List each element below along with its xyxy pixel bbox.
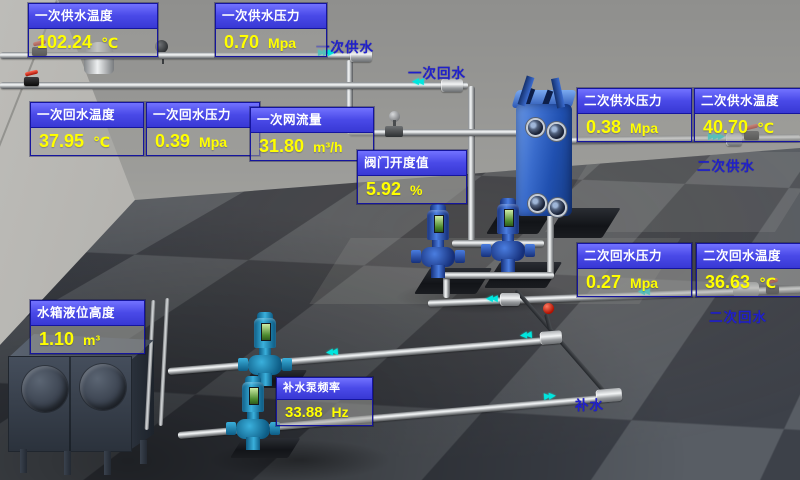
control-valve[interactable]	[385, 126, 403, 137]
gauge-title: 一次供水温度	[29, 4, 157, 29]
flow-arrow-left-icon: ◀◀	[520, 329, 531, 341]
gauge-secondary-supply-pressure: 二次供水压力 0.38Mpa	[577, 88, 692, 142]
gauge-title: 二次回水压力	[578, 244, 691, 269]
tank-panel-seam	[69, 357, 71, 451]
hx-port	[550, 200, 565, 215]
pump-sight-glass	[504, 209, 514, 227]
pump-sight-glass	[434, 215, 444, 233]
gauge-secondary-supply-temperature: 二次供水温度 40.70℃	[694, 88, 800, 142]
pipe-hx-primary-feed	[349, 129, 523, 136]
pipe-label-makeup-water: 补水	[575, 394, 604, 414]
pipe-coupling	[539, 330, 562, 345]
gauge-title: 补水泵频率	[277, 378, 372, 400]
gauge-value: 40.70℃	[695, 114, 800, 141]
pipe-primary-return	[0, 82, 468, 89]
gauge-title: 一次网流量	[251, 108, 373, 133]
pipe-primary-return-drop	[468, 86, 475, 244]
makeup-pump-2[interactable]	[234, 376, 272, 452]
gauge-value: 37.95℃	[31, 128, 143, 155]
tank-leg	[140, 440, 147, 464]
gauge-value: 0.27Mpa	[578, 269, 691, 296]
gauge-value: 36.63℃	[697, 269, 800, 296]
gauge-secondary-return-temperature: 二次回水温度 36.63℃	[696, 243, 800, 297]
gauge-value: 102.24℃	[29, 29, 157, 56]
valve-makeup-riser[interactable]	[543, 303, 554, 314]
circulation-pump-2[interactable]	[489, 198, 527, 274]
gauge-value: 33.88Hz	[277, 400, 372, 425]
gauge-title: 二次供水温度	[695, 89, 800, 114]
tank-leg	[104, 451, 111, 475]
flow-arrow-left-icon: ◀◀	[486, 293, 496, 304]
gauge-primary-return-pressure: 一次回水压力 0.39Mpa	[146, 102, 260, 156]
flow-arrow-left-icon: ◀◀	[326, 346, 337, 358]
tank-dished-end	[22, 366, 68, 412]
gauge-value: 1.10m³	[31, 326, 144, 353]
pipe-coupling	[500, 293, 520, 306]
tank-dished-end	[80, 364, 126, 410]
gauge-title: 一次回水压力	[147, 103, 259, 128]
gauge-title: 阀门开度值	[358, 151, 466, 176]
pump-sight-glass	[261, 323, 271, 341]
pipe-label-secondary-return: 二次回水	[709, 306, 767, 326]
gauge-value: 5.92%	[358, 176, 466, 203]
flow-arrow-right-icon: ▶▶	[544, 390, 555, 402]
hx-port	[528, 120, 543, 135]
gauge-value: 31.80m³/h	[251, 133, 373, 160]
gauge-primary-supply-temperature: 一次供水温度 102.24℃	[28, 3, 158, 57]
pump-sight-glass	[249, 387, 259, 405]
gauge-value: 0.38Mpa	[578, 114, 691, 141]
tank-leg	[64, 451, 71, 475]
gauge-title: 二次供水压力	[578, 89, 691, 114]
gauge-title: 一次供水压力	[216, 4, 326, 29]
gauge-primary-return-temperature: 一次回水温度 37.95℃	[30, 102, 144, 156]
gauge-primary-network-flow: 一次网流量 31.80m³/h	[250, 107, 374, 161]
gauge-title: 一次回水温度	[31, 103, 143, 128]
pipe-label-primary-return: 一次回水	[408, 62, 466, 82]
circulation-pump-1[interactable]	[419, 204, 457, 280]
hx-port	[530, 196, 545, 211]
gauge-secondary-return-pressure: 二次回水压力 0.27Mpa	[577, 243, 692, 297]
tank-leg	[20, 449, 27, 473]
gauge-value: 0.70Mpa	[216, 29, 326, 56]
pipe-label-secondary-supply: 二次供水	[697, 155, 755, 175]
gauge-title: 水箱液位高度	[31, 301, 144, 326]
gauge-primary-supply-pressure: 一次供水压力 0.70Mpa	[215, 3, 327, 57]
hx-port	[549, 124, 564, 139]
hmi-screen: ▶▶▶ ◀◀ ▶▶▶ ◀◀ ◀◀ ◀◀ ◀◀ ▶▶	[0, 0, 800, 480]
gauge-title: 二次回水温度	[697, 244, 800, 269]
gauge-tank-level: 水箱液位高度 1.10m³	[30, 300, 145, 354]
gauge-value: 0.39Mpa	[147, 128, 259, 155]
valve-primary-return[interactable]	[24, 77, 39, 86]
gauge-makeup-pump-frequency: 补水泵频率 33.88Hz	[276, 377, 373, 426]
gauge-valve-opening: 阀门开度值 5.92%	[357, 150, 467, 204]
